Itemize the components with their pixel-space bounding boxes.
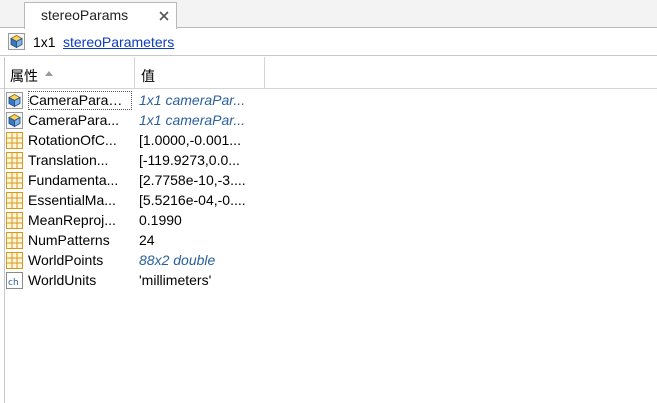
property-name: CameraParams... <box>28 91 132 110</box>
matrix-icon <box>6 252 23 269</box>
property-value: 'millimeters' <box>139 272 212 288</box>
property-value[interactable]: 88x2 double <box>139 252 264 268</box>
column-header-name-label: 属性 <box>10 68 38 84</box>
property-value: 0.1990 <box>139 212 182 228</box>
property-name: EssentialMa... <box>28 192 116 208</box>
property-name: RotationOfC... <box>28 132 117 148</box>
sort-ascending-icon <box>45 71 53 76</box>
variable-path-bar: 1x1 stereoParameters <box>0 29 657 56</box>
property-value: [1.0000,-0.001... <box>139 132 241 148</box>
property-value[interactable]: 1x1 cameraPar... <box>139 92 264 108</box>
object-icon <box>6 92 23 109</box>
matrix-icon <box>6 132 23 149</box>
svg-text:ch: ch <box>8 278 19 288</box>
object-icon <box>8 33 25 50</box>
column-header-name[interactable]: 属性 <box>4 57 135 89</box>
table-row[interactable]: NumPatterns 24 <box>5 230 657 250</box>
property-name: MeanReproj... <box>28 212 116 228</box>
class-link[interactable]: stereoParameters <box>63 34 174 50</box>
table-row[interactable]: WorldPoints 88x2 double <box>5 250 657 270</box>
char-icon: ch <box>6 272 23 289</box>
column-header-value-label: 值 <box>141 68 155 84</box>
table-row[interactable]: EssentialMa... [5.5216e-04,-0.... <box>5 190 657 210</box>
table-row[interactable]: CameraPara... 1x1 cameraPar... <box>5 110 657 130</box>
property-value[interactable]: 1x1 cameraPar... <box>139 112 264 128</box>
table-row[interactable]: Fundamenta... [2.7758e-10,-3.... <box>5 170 657 190</box>
document-tab-bar: stereoParams <box>0 0 657 29</box>
property-value: [5.5216e-04,-0.... <box>139 192 246 208</box>
property-value: 24 <box>139 232 155 248</box>
property-value: [2.7758e-10,-3.... <box>139 172 246 188</box>
matrix-icon <box>6 192 23 209</box>
table-row[interactable]: Translation... [-119.9273,0.0... <box>5 150 657 170</box>
table-row[interactable]: CameraParams... 1x1 cameraPar... <box>5 90 657 110</box>
matrix-icon <box>6 172 23 189</box>
property-name: NumPatterns <box>28 232 110 248</box>
close-icon[interactable] <box>157 9 171 23</box>
property-name: CameraPara... <box>28 112 120 128</box>
variable-dimensions: 1x1 <box>33 34 56 50</box>
table-row[interactable]: MeanReproj... 0.1990 <box>5 210 657 230</box>
property-name: Translation... <box>28 152 109 168</box>
matrix-icon <box>6 232 23 249</box>
matrix-icon <box>6 152 23 169</box>
property-value: [-119.9273,0.0... <box>139 152 240 168</box>
matrix-icon <box>6 212 23 229</box>
column-header-value[interactable]: 值 <box>135 57 265 89</box>
property-name: Fundamenta... <box>28 172 119 188</box>
table-row[interactable]: ch WorldUnits 'millimeters' <box>5 270 657 290</box>
tab-stereoparams[interactable]: stereoParams <box>24 2 177 29</box>
table-header: 属性 值 <box>0 57 657 89</box>
object-icon <box>6 112 23 129</box>
tab-label: stereoParams <box>41 7 129 23</box>
property-name: WorldUnits <box>28 272 97 288</box>
table-row[interactable]: RotationOfC... [1.0000,-0.001... <box>5 130 657 150</box>
property-name: WorldPoints <box>28 252 104 268</box>
